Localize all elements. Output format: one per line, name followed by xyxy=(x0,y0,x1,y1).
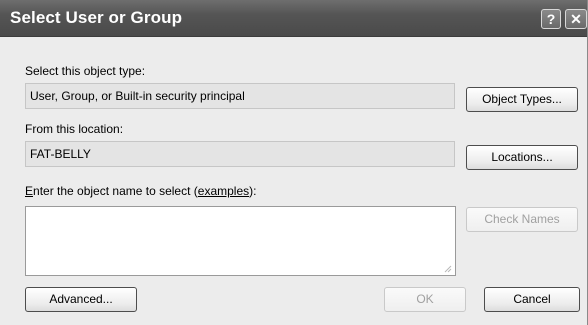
ok-button-label: OK xyxy=(416,292,434,306)
check-names-button-label: Check Names xyxy=(484,212,560,226)
object-name-label: Enter the object name to select (example… xyxy=(25,184,256,198)
resize-grip-icon xyxy=(444,265,452,273)
close-icon: ✕ xyxy=(570,11,582,27)
locations-button[interactable]: Locations... xyxy=(466,145,578,170)
cancel-button-label: Cancel xyxy=(513,292,551,306)
dialog-title: Select User or Group xyxy=(10,8,183,27)
examples-link[interactable]: examples xyxy=(198,184,249,198)
object-name-label-tail: ): xyxy=(249,184,257,198)
object-name-label-text: nter the object name to select ( xyxy=(33,184,198,198)
check-names-button[interactable]: Check Names xyxy=(466,207,578,232)
help-icon: ? xyxy=(546,11,556,27)
select-user-dialog: Select User or Group ? ✕ Select this obj… xyxy=(0,0,588,325)
advanced-button[interactable]: Advanced... xyxy=(25,287,137,312)
location-field: FAT-BELLY xyxy=(25,141,455,167)
ok-button[interactable]: OK xyxy=(384,287,466,312)
advanced-button-label: Advanced... xyxy=(49,292,113,306)
object-types-button-label: Object Types... xyxy=(482,92,562,106)
close-button[interactable]: ✕ xyxy=(565,9,587,29)
object-name-label-accesskey: E xyxy=(25,184,34,198)
location-label: From this location: xyxy=(25,122,124,136)
object-type-label: Select this object type: xyxy=(25,64,146,78)
title-bar[interactable]: Select User or Group ? ✕ xyxy=(0,0,587,37)
object-name-input[interactable] xyxy=(25,206,456,276)
object-types-button[interactable]: Object Types... xyxy=(466,87,578,112)
cancel-button[interactable]: Cancel xyxy=(484,287,580,312)
locations-button-label: Locations... xyxy=(491,150,553,164)
help-button[interactable]: ? xyxy=(541,9,561,29)
object-type-field: User, Group, or Built-in security princi… xyxy=(25,83,455,109)
